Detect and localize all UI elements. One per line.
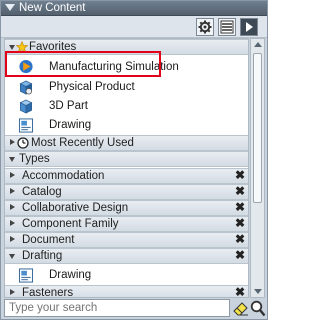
close-icon[interactable]: ✖ <box>235 168 245 182</box>
chevron-down-icon[interactable] <box>9 157 15 162</box>
scroll-up-icon[interactable] <box>254 42 262 47</box>
list-view-button[interactable] <box>218 18 236 36</box>
chevron-right-icon[interactable] <box>10 236 15 242</box>
chevron-right-icon[interactable] <box>10 220 15 226</box>
type-group-label: Catalog <box>22 186 62 198</box>
settings-button[interactable] <box>196 18 214 36</box>
go-button[interactable] <box>240 18 258 36</box>
type-group-label: Component Family <box>22 218 119 230</box>
close-icon[interactable]: ✖ <box>235 216 245 230</box>
type-group-drafting[interactable]: Drafting ✖ <box>5 248 248 264</box>
drawing-icon <box>18 268 34 283</box>
chevron-down-icon[interactable] <box>9 45 15 50</box>
eraser-icon[interactable] <box>233 301 249 316</box>
type-group-catalog[interactable]: Catalog ✖ <box>5 184 248 200</box>
close-icon[interactable]: ✖ <box>235 200 245 214</box>
type-group-component-family[interactable]: Component Family ✖ <box>5 216 248 232</box>
content-list[interactable]: Favorites Manufacturing Simulation Physi… <box>4 38 249 298</box>
search-icon[interactable] <box>250 300 266 317</box>
type-group-collaborative-design[interactable]: Collaborative Design ✖ <box>5 200 248 216</box>
panel-title: New Content <box>19 2 86 14</box>
favorite-item-3d-part[interactable]: 3D Part <box>5 97 248 116</box>
types-header[interactable]: Types <box>5 151 248 167</box>
favorite-item-drawing[interactable]: Drawing <box>5 116 248 135</box>
physical-product-icon <box>19 80 33 95</box>
chevron-right-icon[interactable] <box>10 139 15 145</box>
vertical-scrollbar[interactable] <box>250 38 265 298</box>
type-group-label: Document <box>22 234 75 246</box>
panel-titlebar[interactable]: New Content <box>1 1 267 16</box>
type-group-label: Drafting <box>22 250 63 262</box>
close-icon[interactable]: ✖ <box>235 248 245 262</box>
chevron-down-icon[interactable] <box>9 254 15 259</box>
close-icon[interactable]: ✖ <box>235 232 245 246</box>
close-icon[interactable]: ✖ <box>235 184 245 198</box>
scrollbar-thumb[interactable] <box>253 53 262 203</box>
search-input[interactable] <box>5 300 229 316</box>
drawing-icon <box>18 118 34 133</box>
type-group-document[interactable]: Document ✖ <box>5 232 248 248</box>
new-content-panel: New Content Favorites Manufacturing Simu… <box>0 0 268 320</box>
favorite-item-label: Drawing <box>49 119 92 131</box>
chevron-right-icon[interactable] <box>10 172 15 178</box>
highlight-box <box>5 51 161 77</box>
type-item-drawing[interactable]: Drawing <box>5 265 248 285</box>
type-group-accommodation[interactable]: Accommodation ✖ <box>5 168 248 184</box>
scroll-down-icon[interactable] <box>254 289 262 294</box>
chevron-right-icon[interactable] <box>10 188 15 194</box>
favorite-item-label: Physical Product <box>49 81 135 93</box>
chevron-right-icon[interactable] <box>10 289 15 295</box>
3d-part-icon <box>19 99 33 114</box>
type-group-label: Collaborative Design <box>22 202 129 214</box>
search-box[interactable] <box>4 299 230 317</box>
chevron-right-icon[interactable] <box>10 204 15 210</box>
gear-icon <box>198 20 212 34</box>
clock-icon <box>17 137 29 149</box>
type-item-label: Drawing <box>49 269 92 281</box>
arrow-right-icon <box>246 22 253 32</box>
type-group-label: Accommodation <box>22 170 105 182</box>
favorite-item-physical-product[interactable]: Physical Product <box>5 78 248 97</box>
types-label: Types <box>19 153 50 165</box>
type-group-label: Fasteners <box>22 287 74 298</box>
list-view-icon <box>220 20 234 34</box>
collapse-panel-icon[interactable] <box>5 4 15 11</box>
favorite-item-label: 3D Part <box>49 100 88 112</box>
panel-toolbar <box>1 16 267 38</box>
search-bar <box>4 299 266 318</box>
type-group-fasteners[interactable]: Fasteners ✖ <box>5 285 248 298</box>
close-icon[interactable]: ✖ <box>235 285 245 297</box>
recent-label: Most Recently Used <box>31 137 134 149</box>
recent-header[interactable]: Most Recently Used <box>5 135 248 151</box>
